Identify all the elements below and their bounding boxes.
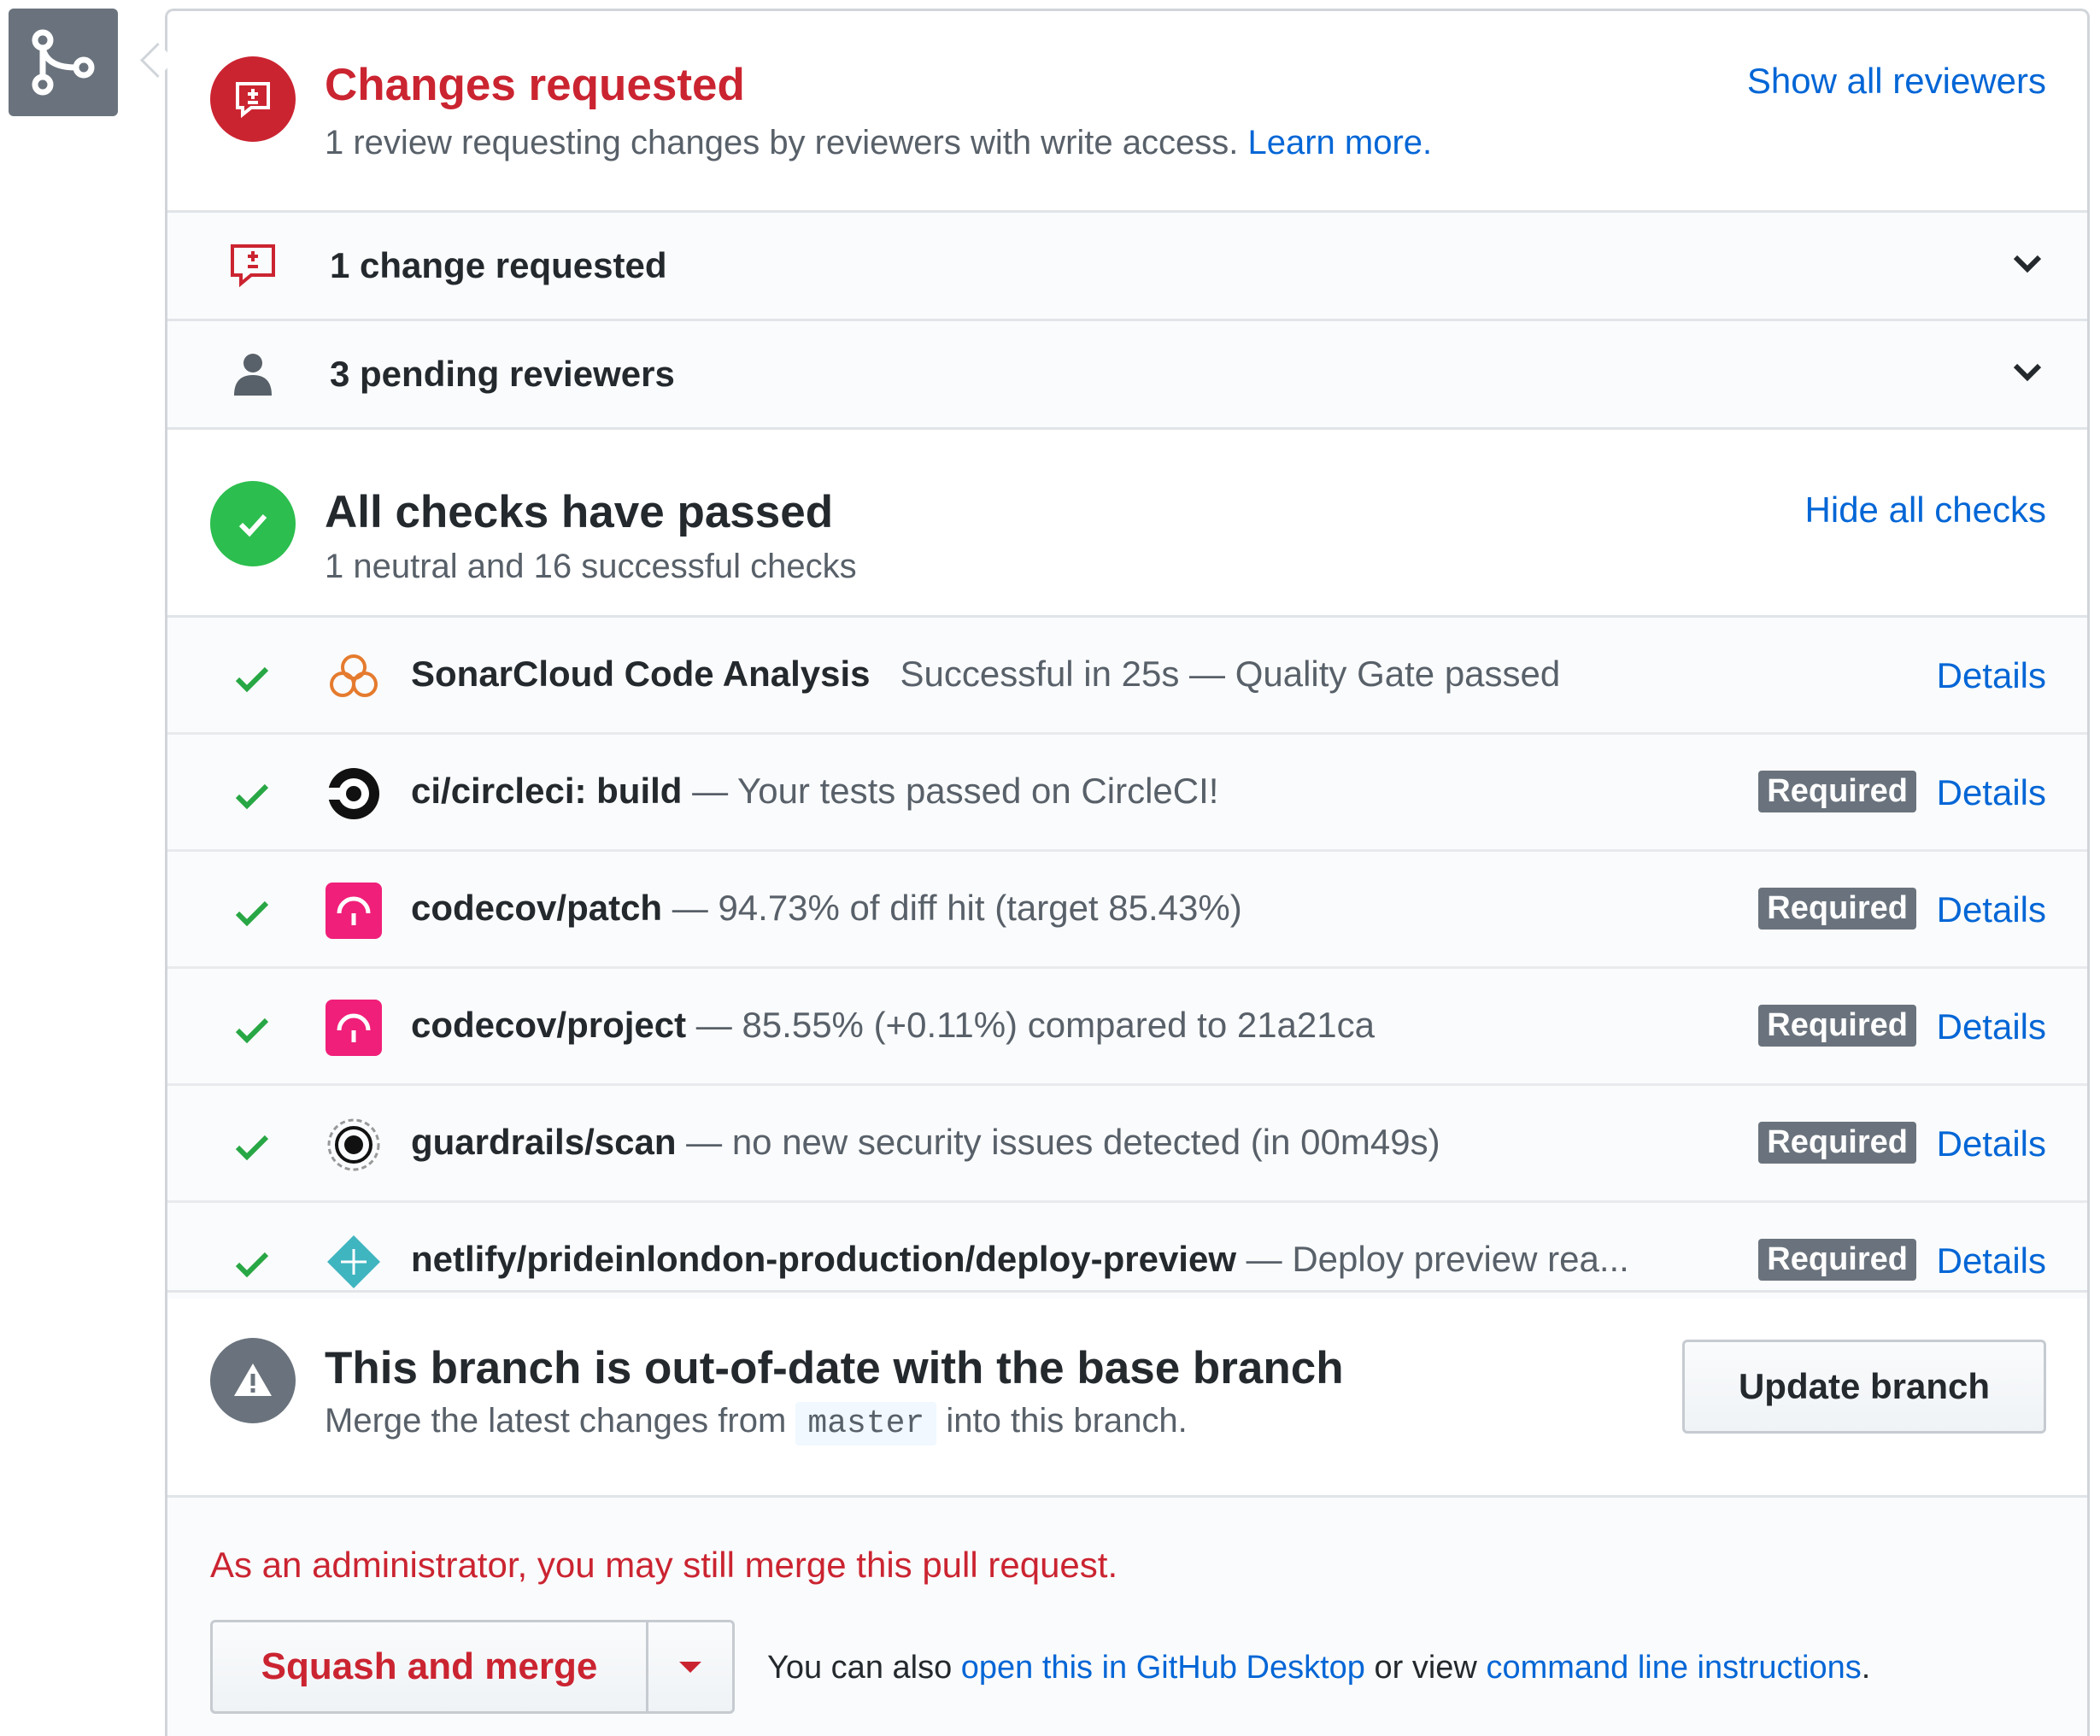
learn-more-link[interactable]: Learn more. [1247,124,1432,161]
check-icon [235,1252,269,1278]
check-name: ci/circleci: build [411,771,683,811]
check-separator: — [662,888,719,928]
base-branch-name: master [795,1402,937,1446]
codecov-icon [326,883,382,939]
codecov-icon [326,1000,382,1056]
check-text: ci/circleci: build — Your tests passed o… [411,771,1218,812]
git-merge-icon [9,9,118,116]
command-line-instructions-link[interactable]: command line instructions [1486,1650,1861,1686]
checks-subtitle: 1 neutral and 16 successful checks [325,548,857,585]
check-row-guardrails: guardrails/scan — no new security issues… [167,1086,2087,1203]
merge-status-panel: Changes requested 1 review requesting ch… [165,9,2090,1736]
changes-requested-description: 1 review requesting changes by reviewers… [325,124,1432,162]
merge-alternatives: You can also open this in GitHub Desktop… [767,1650,1870,1686]
details-link[interactable]: Details [1937,772,2046,813]
branch-desc-after: into this branch. [946,1402,1188,1440]
details-link[interactable]: Details [1937,1006,2046,1047]
change-requested-label: 1 change requested [330,245,667,285]
check-row-codecov-patch: codecov/patch — 94.73% of diff hit (targ… [167,852,2087,969]
check-icon [235,666,269,693]
check-name: codecov/project [411,1005,687,1045]
check-icon [235,1135,269,1161]
pending-reviewers-row[interactable]: 3 pending reviewers [167,319,2087,427]
admin-merge-note: As an administrator, you may still merge… [210,1545,1118,1585]
changes-requested-title: Changes requested [325,60,745,110]
period: . [1861,1650,1871,1686]
check-icon [235,900,269,927]
merge-method-dropdown[interactable] [648,1622,732,1711]
update-branch-button[interactable]: Update branch [1682,1340,2046,1434]
guardrails-icon [327,1118,380,1171]
checks-list: SonarCloud Code Analysis Successful in 2… [167,615,2087,1299]
github-desktop-link[interactable]: open this in GitHub Desktop [961,1650,1365,1686]
or-view-text: or view [1374,1650,1477,1686]
check-row-codecov-project: codecov/project — 85.55% (+0.11%) compar… [167,969,2087,1086]
netlify-icon [327,1235,380,1288]
branch-desc-before: Merge the latest changes from [325,1402,787,1440]
changes-requested-text: 1 review requesting changes by reviewers… [325,124,1239,161]
squash-and-merge-button[interactable]: Squash and merge [213,1622,648,1711]
check-text: netlify/prideinlondon-production/deploy-… [411,1239,1629,1280]
hide-all-checks-link[interactable]: Hide all checks [1805,490,2046,531]
required-badge: Required [1758,1239,1916,1281]
check-row-circleci: ci/circleci: build — Your tests passed o… [167,735,2087,852]
chevron-down-icon[interactable] [2010,247,2044,281]
file-diff-icon [231,244,275,288]
branch-out-of-date-description: Merge the latest changes from master int… [325,1402,1188,1446]
details-link[interactable]: Details [1937,889,2046,930]
pending-reviewers-label: 3 pending reviewers [330,354,675,394]
check-description: Your tests passed on CircleCI! [737,771,1219,811]
required-badge: Required [1758,888,1916,930]
changes-requested-section: Changes requested 1 review requesting ch… [167,11,2087,210]
required-badge: Required [1758,1005,1916,1047]
check-name: netlify/prideinlondon-production/deploy-… [411,1239,1236,1279]
check-name: guardrails/scan [411,1122,677,1162]
alert-icon [210,1338,296,1423]
triangle-down-icon [679,1662,701,1673]
check-separator: — [1236,1239,1293,1279]
checks-section: All checks have passed 1 neutral and 16 … [167,427,2087,615]
show-all-reviewers-link[interactable]: Show all reviewers [1747,61,2046,102]
merge-section: As an administrator, you may still merge… [167,1495,2087,1736]
merge-button-group: Squash and merge [210,1620,735,1714]
check-separator: — [676,1122,732,1162]
check-row-sonarcloud: SonarCloud Code Analysis Successful in 2… [167,618,2087,735]
required-badge: Required [1758,1122,1916,1164]
details-link[interactable]: Details [1937,1240,2046,1281]
branch-status-section: This branch is out-of-date with the base… [167,1290,2087,1495]
branch-out-of-date-title: This branch is out-of-date with the base… [325,1343,1344,1393]
check-description: 85.55% (+0.11%) compared to 21a21ca [742,1005,1375,1045]
check-circle-icon [210,481,296,566]
also-prefix: You can also [767,1650,953,1686]
check-text: SonarCloud Code Analysis Successful in 2… [411,654,1560,695]
check-description: no new security issues detected (in 00m4… [731,1122,1440,1162]
check-description: Successful in 25s — Quality Gate passed [900,654,1561,694]
check-text: codecov/patch — 94.73% of diff hit (targ… [411,888,1242,929]
check-text: guardrails/scan — no new security issues… [411,1122,1440,1163]
change-requested-row[interactable]: 1 change requested [167,210,2087,319]
required-badge: Required [1758,771,1916,812]
check-icon [235,783,269,810]
circleci-icon [326,768,379,819]
sonarcloud-icon [330,654,378,697]
check-name: SonarCloud Code Analysis [411,654,871,694]
details-link[interactable]: Details [1937,1123,2046,1164]
checks-title: All checks have passed [325,487,834,537]
file-diff-icon [210,56,296,142]
check-row-netlify: netlify/prideinlondon-production/deploy-… [167,1203,2087,1299]
check-description: Deploy preview rea... [1292,1239,1629,1279]
check-separator: — [686,1005,742,1045]
chevron-down-icon[interactable] [2010,355,2044,390]
person-icon [234,354,272,396]
check-name: codecov/patch [411,888,663,928]
check-description: 94.73% of diff hit (target 85.43%) [718,888,1242,928]
check-text: codecov/project — 85.55% (+0.11%) compar… [411,1005,1375,1046]
details-link[interactable]: Details [1937,655,2046,696]
check-separator: — [682,771,738,811]
check-icon [235,1018,269,1044]
